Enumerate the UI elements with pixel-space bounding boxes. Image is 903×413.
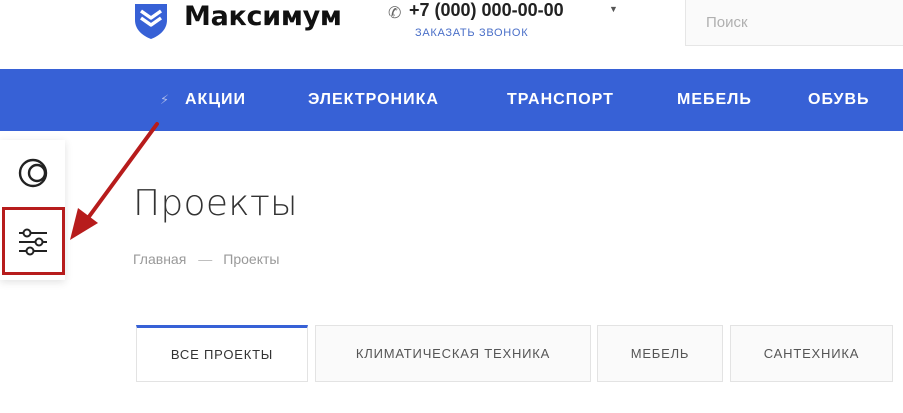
tab-all-projects[interactable]: ВСЕ ПРОЕКТЫ [136,325,308,382]
logo-shield-icon [135,4,167,39]
lightning-icon: ⚡ [160,92,170,107]
nav-item-shoes[interactable]: ОБУВЬ [808,69,870,131]
annotation-highlight-box [2,207,65,275]
tab-plumbing[interactable]: САНТЕХНИКА [730,325,893,382]
breadcrumb: Главная — Проекты [133,251,279,267]
nav-item-transport[interactable]: ТРАНСПОРТ [507,69,614,131]
nav-item-furniture[interactable]: МЕБЕЛЬ [677,69,752,131]
search-box [685,0,903,46]
tab-furniture[interactable]: МЕБЕЛЬ [597,325,723,382]
page-title: Проекты [133,183,298,224]
phone-number[interactable]: +7 (000) 000-00-00 [409,0,564,21]
phone-icon: ✆ [388,5,402,22]
breadcrumb-current: Проекты [223,251,280,267]
tab-climate[interactable]: КЛИМАТИЧЕСКАЯ ТЕХНИКА [315,325,591,382]
chevron-down-icon[interactable]: ▼ [609,4,618,14]
logo-text: Максимум [184,1,342,32]
main-nav: ⚡ АКЦИИ ЭЛЕКТРОНИКА ТРАНСПОРТ МЕБЕЛЬ ОБУ… [0,69,903,131]
nav-item-sales[interactable]: АКЦИИ [185,69,246,131]
callback-link[interactable]: ЗАКАЗАТЬ ЗВОНОК [415,27,528,39]
nav-item-electronics[interactable]: ЭЛЕКТРОНИКА [308,69,439,131]
breadcrumb-separator: — [198,251,213,267]
search-input[interactable] [686,0,903,45]
theme-toggle-icon [18,158,47,188]
site-logo[interactable]: Максимум [131,0,342,40]
breadcrumb-home[interactable]: Главная [133,251,186,267]
theme-toggle-button[interactable] [0,140,65,206]
